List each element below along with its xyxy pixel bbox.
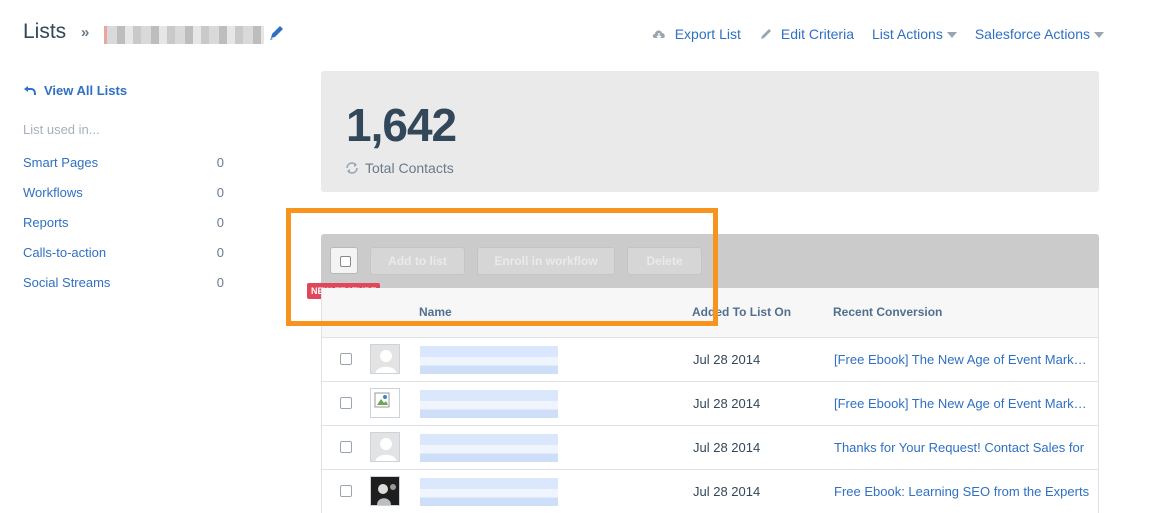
new-feature-highlight-box — [286, 208, 718, 326]
row-checkbox[interactable] — [340, 441, 352, 453]
avatar[interactable] — [370, 432, 400, 462]
list-actions-dropdown[interactable]: List Actions — [872, 26, 957, 42]
usage-item-workflows[interactable]: Workflows 0 — [23, 185, 224, 215]
salesforce-actions-label: Salesforce Actions — [974, 26, 1090, 42]
added-date: Jul 28 2014 — [693, 440, 761, 455]
export-list-label: Export List — [674, 26, 741, 42]
breadcrumb-separator: » — [81, 24, 90, 41]
usage-item-label[interactable]: Calls-to-action — [23, 245, 106, 275]
photo-avatar-icon — [371, 477, 399, 505]
table-row[interactable]: Jul 28 2014 Thanks for Your Request! Con… — [321, 426, 1099, 470]
contact-name-redacted[interactable] — [420, 478, 558, 506]
export-list-button[interactable]: Export List — [651, 26, 741, 42]
recent-conversion-link[interactable]: [Free Ebook] The New Age of Event Market… — [834, 352, 1092, 367]
caret-down-icon — [1094, 32, 1104, 38]
column-header-conversion[interactable]: Recent Conversion — [833, 305, 942, 319]
cloud-download-icon — [652, 30, 665, 39]
usage-item-count: 0 — [216, 185, 224, 200]
row-checkbox[interactable] — [340, 353, 352, 365]
usage-item-label[interactable]: Social Streams — [23, 275, 110, 305]
usage-item-count: 0 — [216, 215, 224, 230]
usage-item-social-streams[interactable]: Social Streams 0 — [23, 275, 224, 305]
total-contacts-caption: Total Contacts — [345, 160, 454, 176]
avatar[interactable] — [370, 476, 400, 506]
recent-conversion-link[interactable]: [Free Ebook] The New Age of Event Market… — [834, 396, 1092, 411]
table-row[interactable]: Jul 28 2014 [Free Ebook] The New Age of … — [321, 382, 1099, 426]
usage-item-reports[interactable]: Reports 0 — [23, 215, 224, 245]
added-date: Jul 28 2014 — [693, 396, 761, 411]
usage-item-calls-to-action[interactable]: Calls-to-action 0 — [23, 245, 224, 275]
list-name-redacted — [104, 26, 264, 44]
edit-criteria-button[interactable]: Edit Criteria — [759, 26, 854, 42]
usage-item-count: 0 — [216, 155, 224, 170]
table-row[interactable]: Jul 28 2014 [Free Ebook] The New Age of … — [321, 338, 1099, 382]
added-date: Jul 28 2014 — [693, 352, 761, 367]
total-contacts-count: 1,642 — [346, 99, 457, 151]
contact-name-redacted[interactable] — [420, 346, 558, 374]
caret-down-icon — [946, 32, 957, 38]
list-actions-label: List Actions — [872, 26, 943, 42]
usage-item-count: 0 — [216, 245, 224, 260]
row-checkbox[interactable] — [340, 485, 352, 497]
total-contacts-label: Total Contacts — [365, 160, 454, 176]
usage-item-label[interactable]: Smart Pages — [23, 155, 98, 185]
avatar[interactable] — [370, 388, 400, 418]
row-checkbox[interactable] — [340, 397, 352, 409]
default-avatar-icon — [371, 345, 399, 373]
usage-item-smart-pages[interactable]: Smart Pages 0 — [23, 155, 224, 185]
page-title: Lists — [23, 20, 67, 43]
edit-criteria-label: Edit Criteria — [780, 26, 854, 42]
contacts-summary-panel: 1,642 Total Contacts — [321, 71, 1099, 192]
contact-name-redacted[interactable] — [420, 390, 558, 418]
list-usage-list: Smart Pages 0 Workflows 0 Reports 0 Call… — [23, 155, 224, 305]
header-actions: Export List Edit Criteria List Actions S… — [633, 26, 1104, 42]
refresh-icon[interactable] — [345, 161, 359, 175]
back-arrow-icon — [24, 86, 36, 96]
recent-conversion-link[interactable]: Thanks for Your Request! Contact Sales f… — [834, 440, 1092, 455]
avatar[interactable] — [370, 344, 400, 374]
usage-item-label[interactable]: Workflows — [23, 185, 83, 215]
recent-conversion-link[interactable]: Free Ebook: Learning SEO from the Expert… — [834, 484, 1092, 499]
table-row[interactable]: Jul 28 2014 Free Ebook: Learning SEO fro… — [321, 470, 1099, 513]
broken-image-icon — [374, 392, 390, 408]
default-avatar-icon — [371, 433, 399, 461]
usage-item-label[interactable]: Reports — [23, 215, 69, 245]
added-date: Jul 28 2014 — [693, 484, 761, 499]
edit-name-pencil-icon[interactable] — [268, 24, 284, 42]
contact-name-redacted[interactable] — [420, 434, 558, 462]
list-used-in-heading: List used in... — [23, 122, 100, 137]
salesforce-actions-dropdown[interactable]: Salesforce Actions — [975, 26, 1104, 42]
view-all-lists-link[interactable]: View All Lists — [23, 83, 127, 98]
pencil-icon — [760, 29, 771, 39]
usage-item-count: 0 — [216, 275, 224, 290]
view-all-lists-label: View All Lists — [44, 83, 128, 98]
